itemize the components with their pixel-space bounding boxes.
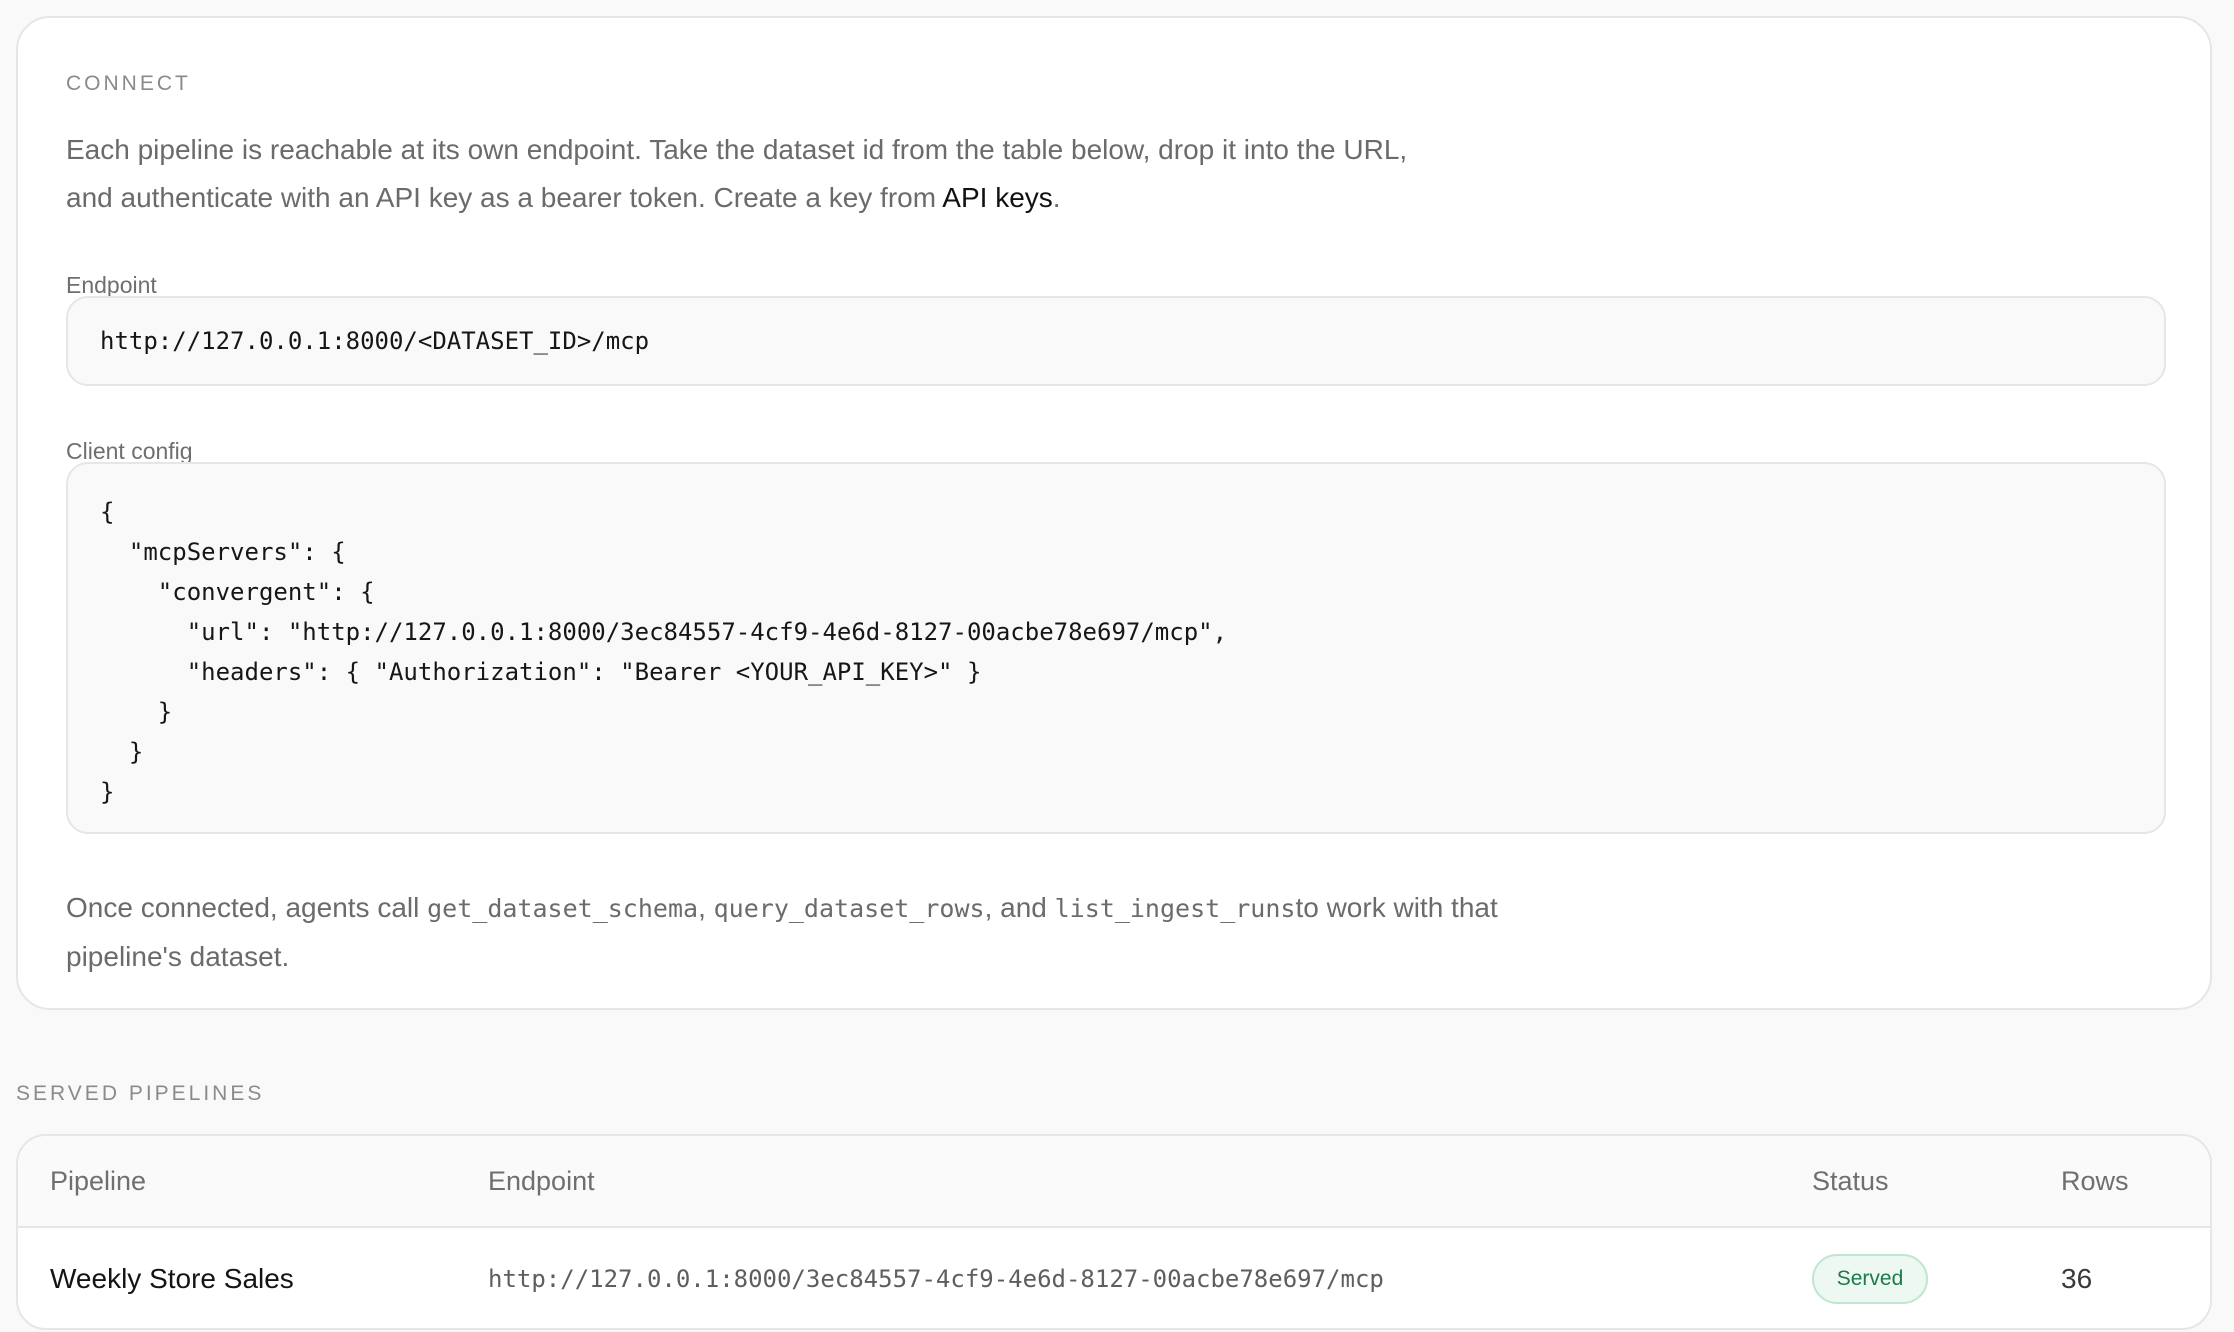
client-config-label: Client config	[66, 438, 193, 464]
pipeline-endpoint[interactable]: http://127.0.0.1:8000/3ec84557-4cf9-4e6d…	[488, 1228, 1384, 1328]
tool-get-dataset-schema: get_dataset_schema	[427, 894, 699, 923]
client-config-code-block[interactable]: { "mcpServers": { "convergent": { "url":…	[66, 462, 2166, 834]
endpoint-label: Endpoint	[66, 272, 157, 298]
served-pipelines-table: Pipeline Endpoint Status Rows Weekly Sto…	[16, 1134, 2212, 1330]
column-header-endpoint: Endpoint	[488, 1166, 595, 1196]
api-keys-link[interactable]: API keys	[942, 182, 1052, 213]
connect-intro-text: Each pipeline is reachable at its own en…	[66, 134, 1408, 213]
outro-prefix: Once connected, agents call	[66, 892, 428, 923]
row-count: 36	[2061, 1263, 2093, 1294]
endpoint-code-block[interactable]: http://127.0.0.1:8000/<DATASET_ID>/mcp	[66, 296, 2166, 386]
served-pipelines-label: SERVED PIPELINES	[16, 1082, 265, 1105]
tool-query-dataset-rows: query_dataset_rows	[713, 894, 985, 923]
outro-separator-2: , and	[984, 892, 1055, 923]
table-header: Pipeline Endpoint Status Rows	[18, 1136, 2210, 1228]
connect-intro-suffix: .	[1052, 182, 1061, 213]
tool-list-ingest-runs: list_ingest_runs	[1054, 894, 1296, 923]
connect-intro: Each pipeline is reachable at its own en…	[66, 126, 1446, 222]
connect-section-label: CONNECT	[66, 72, 191, 95]
endpoint-url[interactable]: http://127.0.0.1:8000/<DATASET_ID>/mcp	[100, 327, 649, 355]
table-row[interactable]: Weekly Store Sales http://127.0.0.1:8000…	[18, 1228, 2210, 1328]
connect-outro: Once connected, agents call get_dataset_…	[66, 884, 1506, 981]
connect-card: CONNECT Each pipeline is reachable at it…	[16, 16, 2212, 1010]
client-config-code[interactable]: { "mcpServers": { "convergent": { "url":…	[100, 492, 2132, 812]
mcp-connect-page: CONNECT Each pipeline is reachable at it…	[0, 0, 2234, 1332]
column-header-pipeline: Pipeline	[50, 1166, 147, 1196]
status-badge: Served	[1812, 1254, 1928, 1304]
column-header-status: Status	[1812, 1166, 1889, 1196]
column-header-rows: Rows	[2061, 1166, 2129, 1196]
pipeline-name[interactable]: Weekly Store Sales	[50, 1228, 294, 1328]
outro-separator-1: ,	[698, 892, 714, 923]
